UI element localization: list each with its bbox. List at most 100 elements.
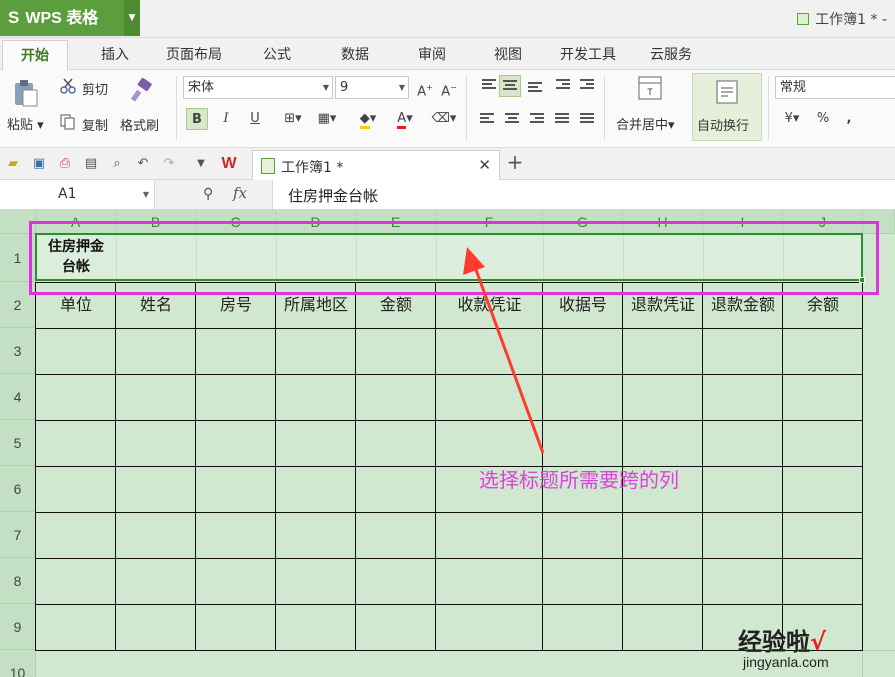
new-tab-icon[interactable]: + [506, 152, 524, 172]
font-size-select[interactable]: 9 ▼ [335, 76, 409, 99]
document-tab-label: 工作簿1 * [281, 160, 344, 176]
comma-style-icon[interactable]: , [838, 108, 860, 130]
format-painter-icon[interactable] [129, 78, 155, 104]
wrap-text-icon [716, 80, 738, 104]
svg-text:T: T [647, 87, 653, 97]
wps-home-icon[interactable]: W [220, 155, 238, 173]
tab-review[interactable]: 审阅 [418, 44, 446, 64]
borders-icon[interactable]: ⊞▾ [278, 108, 308, 130]
merge-center-icon[interactable]: T [638, 76, 662, 100]
highlight-box [29, 221, 879, 295]
workbook-icon [797, 13, 810, 25]
paste-button[interactable]: 粘贴 ▾ [7, 114, 44, 133]
row-header-9[interactable]: 9 [0, 604, 36, 650]
formula-bar: A1 ▼ ⚲ fx 住房押金台帐 [0, 180, 895, 210]
format-painter-button[interactable]: 格式刷 [120, 115, 159, 134]
annotation-text: 选择标题所需要跨的列 [479, 468, 679, 492]
align-left-icon[interactable] [480, 113, 494, 125]
chevron-down-icon: ▼ [398, 83, 405, 92]
table-border [35, 420, 863, 421]
save-icon[interactable]: ▣ [30, 155, 48, 173]
tab-data[interactable]: 数据 [341, 44, 369, 64]
print-preview-icon[interactable]: ⌕ [108, 155, 126, 173]
italic-button[interactable]: I [215, 108, 237, 130]
increase-indent-icon[interactable] [580, 79, 594, 91]
wps-spreadsheet-window: S WPS 表格 ▼ 工作簿1 * - 开始 插入 页面布局 公式 数据 审阅 视… [0, 0, 895, 677]
insert-function-icon[interactable]: fx [233, 184, 247, 202]
row-header-4[interactable]: 4 [0, 374, 36, 420]
print-icon[interactable]: ▤ [82, 155, 100, 173]
table-border [35, 374, 863, 375]
spreadsheet-grid[interactable]: A B C D E F G H I J 1 2 3 4 5 6 7 8 9 10 [0, 210, 895, 677]
decrease-font-icon[interactable]: A− [438, 77, 460, 99]
ribbon-separator [604, 76, 605, 140]
chevron-down-icon: ▼ [142, 190, 149, 199]
watermark-url: jingyanla.com [743, 654, 829, 670]
app-menu-button[interactable]: S WPS 表格 [0, 0, 124, 36]
row-header-10[interactable]: 10 [0, 650, 36, 677]
align-bottom-icon[interactable] [528, 82, 542, 94]
tab-developer[interactable]: 开发工具 [560, 44, 616, 64]
export-pdf-icon[interactable]: ⎙ [56, 155, 74, 173]
tab-view[interactable]: 视图 [494, 44, 522, 64]
tab-formulas[interactable]: 公式 [263, 44, 291, 64]
currency-icon[interactable]: ¥▾ [779, 108, 805, 130]
paste-icon[interactable] [12, 78, 40, 108]
font-name-value: 宋体 [188, 80, 215, 95]
chevron-down-icon: ▼ [322, 83, 329, 92]
name-box-value: A1 [58, 186, 77, 202]
cell-style-icon[interactable]: ▦▾ [312, 108, 342, 130]
percent-button[interactable]: % [812, 108, 834, 130]
app-menu-dropdown-icon[interactable]: ▼ [124, 0, 140, 36]
formula-input[interactable]: 住房押金台帐 [288, 185, 378, 206]
ribbon-separator [768, 76, 769, 140]
bold-button[interactable]: B [186, 108, 208, 130]
tab-page-layout[interactable]: 页面布局 [166, 44, 222, 64]
name-box[interactable]: A1 ▼ [0, 180, 155, 209]
window-title-text: 工作簿1 * - [815, 12, 887, 28]
row-header-8[interactable]: 8 [0, 558, 36, 604]
tab-home[interactable]: 开始 [2, 40, 68, 70]
app-name: WPS 表格 [25, 10, 99, 27]
tab-insert[interactable]: 插入 [101, 44, 129, 64]
redo-icon[interactable]: ↷ [160, 155, 178, 173]
row-header-6[interactable]: 6 [0, 466, 36, 512]
font-color-icon[interactable]: A▾ [390, 108, 420, 130]
number-format-value: 常规 [780, 80, 807, 95]
table-border [35, 604, 863, 605]
open-icon[interactable]: ▰ [4, 155, 22, 173]
decrease-indent-icon[interactable] [556, 79, 570, 91]
window-title: 工作簿1 * - [797, 9, 887, 29]
home-ribbon: 粘贴 ▾ 剪切 复制 格式刷 宋体 ▼ 9 ▼ A+ A− B I U ⊞▾ ▦▾ … [0, 70, 895, 148]
document-tab[interactable]: 工作簿1 * ✕ [252, 150, 500, 180]
increase-font-icon[interactable]: A+ [414, 77, 436, 99]
customize-toolbar-icon[interactable]: ▼ [192, 155, 210, 173]
align-right-icon[interactable] [530, 113, 544, 125]
align-center-icon[interactable] [505, 113, 519, 125]
row-header-5[interactable]: 5 [0, 420, 36, 466]
justify-icon[interactable] [555, 113, 569, 125]
align-top-icon[interactable] [482, 79, 496, 91]
watermark: 经验啦√ [738, 622, 826, 657]
table-border [35, 328, 863, 329]
font-name-select[interactable]: 宋体 ▼ [183, 76, 333, 99]
cut-icon[interactable] [60, 78, 76, 94]
clear-format-icon[interactable]: ⌫▾ [430, 108, 458, 130]
fill-color-icon[interactable]: ◆▾ [352, 108, 384, 130]
close-icon[interactable]: ✕ [478, 156, 491, 174]
table-border [35, 558, 863, 559]
underline-button[interactable]: U [244, 108, 266, 130]
undo-icon[interactable]: ↶ [134, 155, 152, 173]
tab-cloud[interactable]: 云服务 [650, 44, 692, 64]
row-header-7[interactable]: 7 [0, 512, 36, 558]
number-format-select[interactable]: 常规 [775, 76, 895, 99]
cut-button[interactable]: 剪切 [82, 79, 108, 98]
distributed-icon[interactable] [580, 113, 594, 125]
align-middle-lines [503, 80, 517, 92]
merge-center-button[interactable]: 合并居中▾ [616, 114, 675, 133]
copy-button[interactable]: 复制 [82, 115, 108, 134]
zoom-search-icon[interactable]: ⚲ [203, 186, 213, 202]
row-header-3[interactable]: 3 [0, 328, 36, 374]
copy-icon[interactable] [60, 114, 76, 130]
wrap-text-label: 自动换行 [697, 119, 750, 134]
